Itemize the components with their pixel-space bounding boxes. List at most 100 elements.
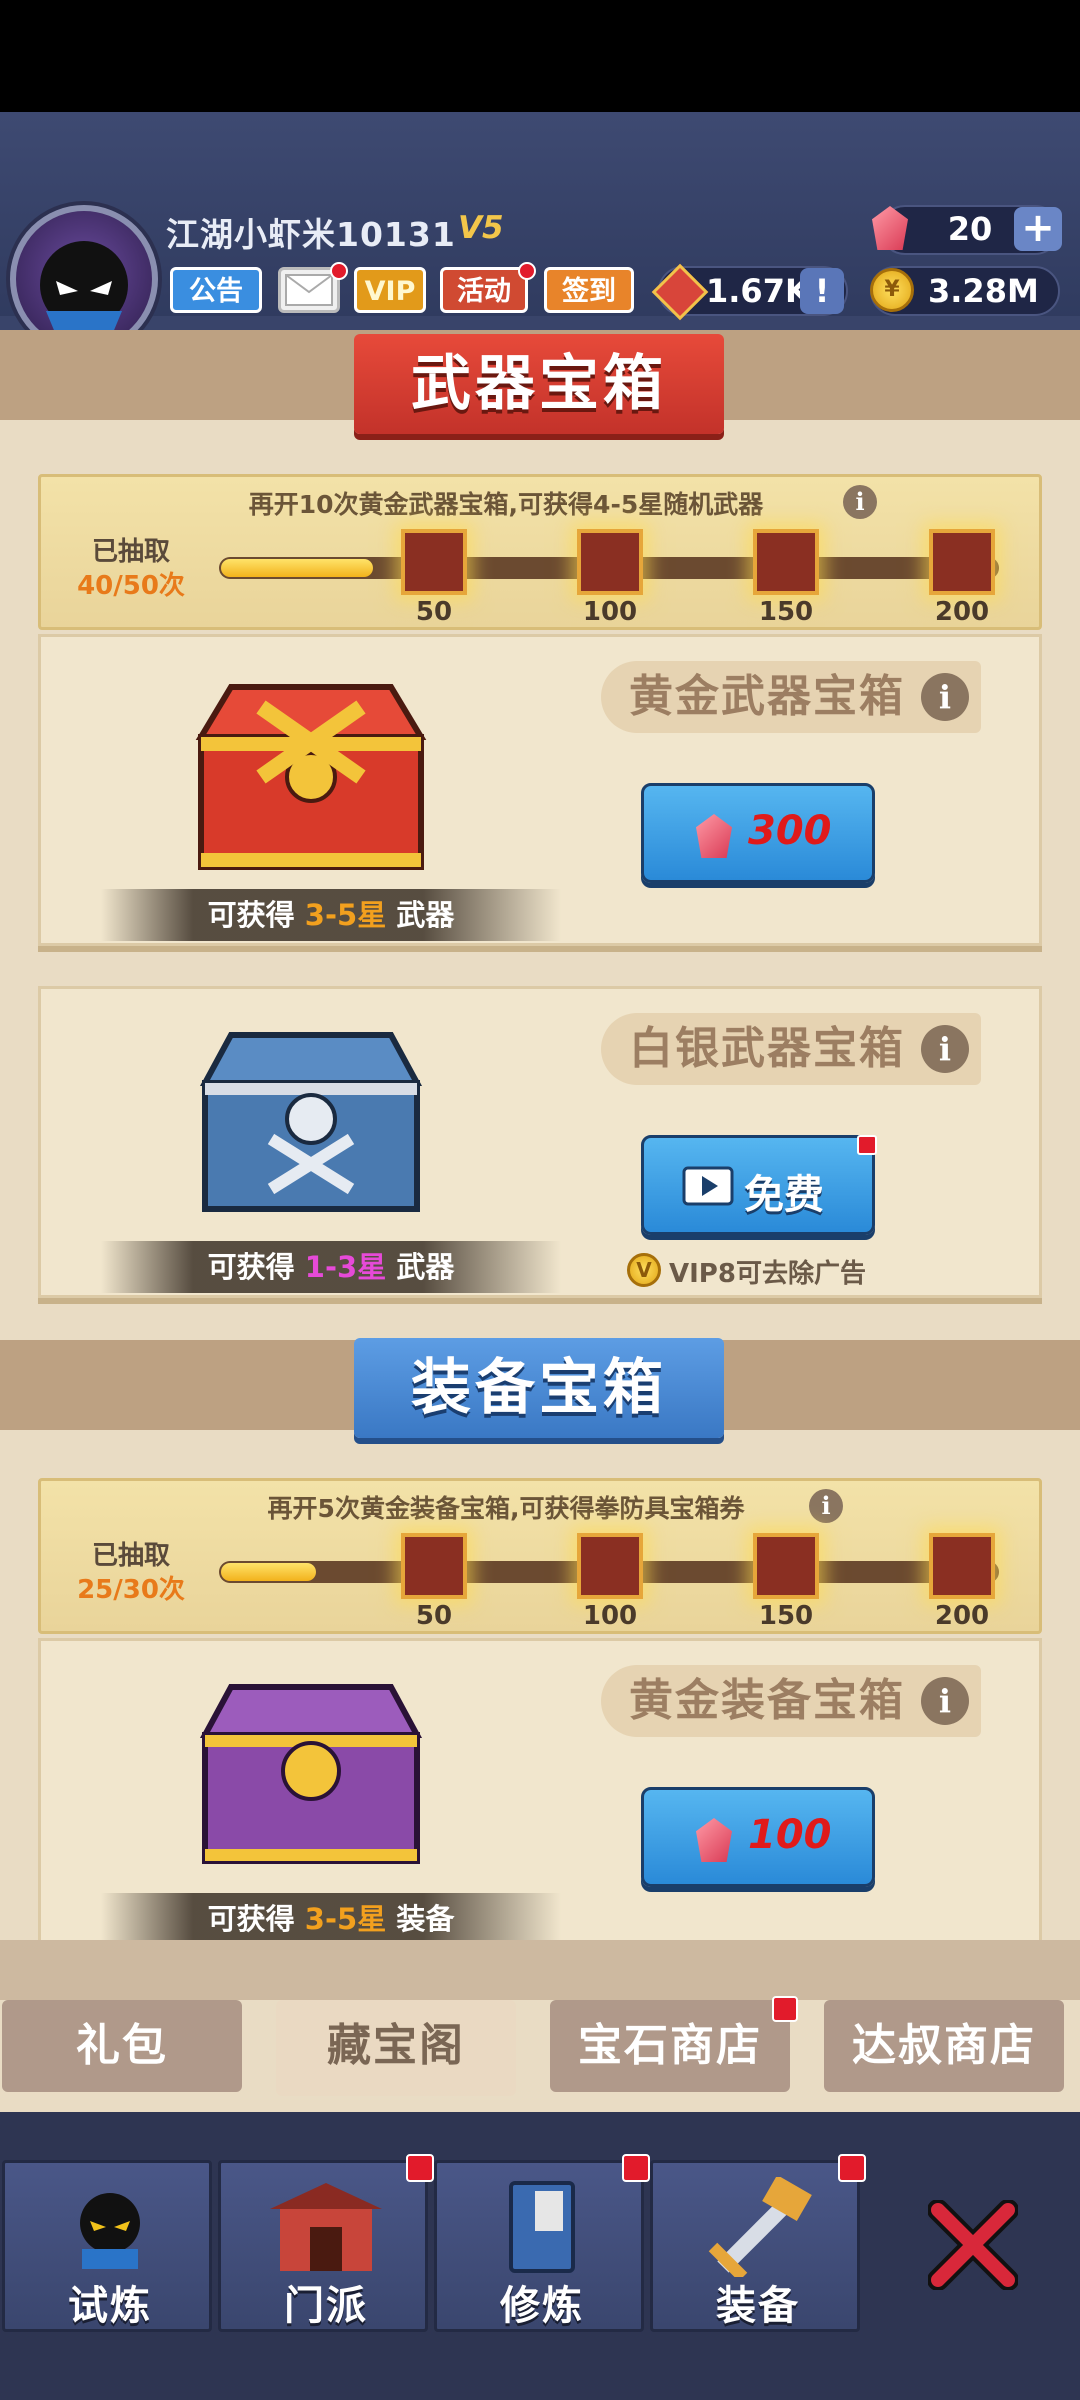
weapon-drawn-label: 已抽取 — [91, 537, 170, 567]
weapon-progress-fill — [221, 559, 373, 577]
weapon-milestone-reward[interactable] — [753, 529, 819, 595]
weapon-drawn-count: 40/50次 — [77, 571, 185, 601]
ticket-count: 1.67K — [706, 272, 810, 310]
add-gems-button[interactable]: + — [1014, 207, 1062, 251]
equip-milestone-reward[interactable] — [929, 1533, 995, 1599]
equip-milestone-reward[interactable] — [577, 1533, 643, 1599]
equip-progress-info-icon[interactable]: i — [809, 1489, 843, 1523]
nav-label: 门派 — [284, 2283, 368, 2329]
envelope-icon — [285, 274, 333, 306]
reward-prefix: 可获得 — [207, 898, 295, 932]
equip-milestone-reward[interactable] — [753, 1533, 819, 1599]
weapon-progress-card: 再开10次黄金武器宝箱,可获得4-5星随机武器 i 已抽取 40/50次 50 … — [38, 474, 1042, 630]
vip-button[interactable]: VIP — [354, 267, 426, 313]
silver-weapon-chest-info-icon[interactable]: i — [921, 1025, 969, 1073]
nav-label: 试炼 — [68, 2283, 152, 2329]
weapon-section-title: 武器宝箱 — [354, 334, 724, 434]
coin-icon: ¥ — [870, 268, 914, 312]
gold-weapon-chest-buy-button[interactable]: 300 — [641, 783, 875, 883]
gold-equip-chest-price: 100 — [748, 1812, 832, 1858]
ninja-icon — [80, 2193, 140, 2269]
gem-icon — [696, 814, 732, 858]
equip-drawn-label: 已抽取 — [91, 1541, 170, 1571]
checkin-button[interactable]: 签到 — [544, 267, 634, 313]
nav-sect[interactable]: 门派 — [218, 2160, 428, 2332]
ticket-info-button[interactable]: ! — [800, 268, 844, 314]
equip-milestone-reward[interactable] — [401, 1533, 467, 1599]
sect-notification-dot — [406, 2154, 434, 2182]
gold-weapon-chest-reward: 可获得 3-5星 武器 — [101, 889, 561, 941]
gold-equip-chest-info-icon[interactable]: i — [921, 1677, 969, 1725]
gold-weapon-chest-info-icon[interactable]: i — [921, 673, 969, 721]
tab-gift-pack[interactable]: 礼包 — [2, 2000, 242, 2092]
nav-label: 装备 — [716, 2283, 800, 2329]
sword-icon — [708, 2177, 812, 2277]
equip-milestone-label: 150 — [758, 1601, 814, 1631]
reward-suffix: 武器 — [396, 1250, 455, 1284]
clouds-decoration — [0, 1940, 1080, 2000]
reward-prefix: 可获得 — [207, 1250, 295, 1284]
nav-cultivation[interactable]: 修炼 — [434, 2160, 644, 2332]
player-name: 江湖小虾米10131 — [166, 215, 456, 254]
weapon-milestone-reward[interactable] — [929, 529, 995, 595]
secret-book-icon — [509, 2181, 575, 2273]
equip-milestone-label: 200 — [934, 1601, 990, 1631]
event-notification-dot — [518, 262, 536, 280]
gold-equip-chest-buy-button[interactable]: 100 — [641, 1787, 875, 1887]
reward-suffix: 装备 — [396, 1902, 455, 1936]
vip-coin-icon: V — [627, 1253, 661, 1287]
temple-gate-icon — [270, 2183, 382, 2271]
weapon-progress-hint: 再开10次黄金武器宝箱,可获得4-5星随机武器 — [248, 490, 764, 519]
mail-notification-dot — [330, 262, 348, 280]
gem-icon — [696, 1818, 732, 1862]
weapon-milestone-reward[interactable] — [577, 529, 643, 595]
nav-equipment[interactable]: 装备 — [650, 2160, 860, 2332]
video-ad-icon — [682, 1166, 734, 1206]
weapon-milestone-label: 150 — [758, 597, 814, 627]
equip-milestone-label: 50 — [415, 1601, 453, 1631]
equip-milestone-label: 100 — [582, 1601, 638, 1631]
nav-label: 修炼 — [500, 2283, 584, 2329]
silver-weapon-chest-free-button[interactable]: 免费 — [641, 1135, 875, 1235]
weapon-milestone-label: 100 — [582, 597, 638, 627]
reward-stars: 3-5星 — [304, 1902, 387, 1936]
close-button[interactable] — [866, 2160, 1080, 2332]
equipment-notification-dot — [838, 2154, 866, 2182]
cultivation-notification-dot — [622, 2154, 650, 2182]
gold-weapon-chest-card: 黄金武器宝箱 i 300 可获得 3-5星 武器 — [38, 634, 1042, 946]
gem-count: 20 — [947, 210, 993, 248]
ninja-avatar-icon — [40, 241, 128, 335]
silver-weapon-chest-card: 白银武器宝箱 i 免费 V VIP8可去除广告 可获得 1-3星 武器 — [38, 986, 1042, 1298]
gold-equip-chest-card: 黄金装备宝箱 i 100 可获得 3-5星 装备 — [38, 1638, 1042, 1950]
vip-remove-ads-note: VIP8可去除广告 — [669, 1259, 866, 1289]
free-notification-dot — [857, 1135, 877, 1155]
close-icon — [928, 2200, 1018, 2290]
tab-gem-shop[interactable]: 宝石商店 — [550, 2000, 790, 2092]
event-button[interactable]: 活动 — [440, 267, 528, 313]
gem-shop-notification-dot — [772, 1996, 798, 2022]
notice-button[interactable]: 公告 — [170, 267, 262, 313]
weapon-milestone-reward[interactable] — [401, 529, 467, 595]
gold-equip-chest-reward: 可获得 3-5星 装备 — [101, 1893, 561, 1945]
reward-suffix: 武器 — [396, 898, 455, 932]
free-label: 免费 — [744, 1172, 824, 1218]
tab-treasure-pavilion[interactable]: 藏宝阁 — [276, 2000, 516, 2096]
equip-progress-fill — [221, 1563, 316, 1581]
weapon-milestone-label: 50 — [415, 597, 453, 627]
nav-trial[interactable]: 试炼 — [2, 2160, 212, 2332]
gold-weapon-chest-image — [195, 684, 427, 870]
tab-uncle-shop[interactable]: 达叔商店 — [824, 2000, 1064, 2092]
gold-equip-chest-image — [199, 1684, 423, 1864]
coin-count: 3.28M — [928, 272, 1039, 310]
equip-drawn-count: 25/30次 — [77, 1575, 185, 1605]
equip-section-title: 装备宝箱 — [354, 1338, 724, 1438]
vip-level-badge: V5 — [458, 210, 504, 246]
status-bar — [0, 0, 1080, 112]
weapon-milestone-label: 200 — [934, 597, 990, 627]
reward-stars: 1-3星 — [304, 1250, 387, 1284]
weapon-progress-info-icon[interactable]: i — [843, 485, 877, 519]
silver-weapon-chest-reward: 可获得 1-3星 武器 — [101, 1241, 561, 1293]
gold-weapon-chest-price: 300 — [748, 808, 832, 854]
reward-stars: 3-5星 — [304, 898, 387, 932]
equip-progress-card: 再开5次黄金装备宝箱,可获得拳防具宝箱券 i 已抽取 25/30次 50 100… — [38, 1478, 1042, 1634]
